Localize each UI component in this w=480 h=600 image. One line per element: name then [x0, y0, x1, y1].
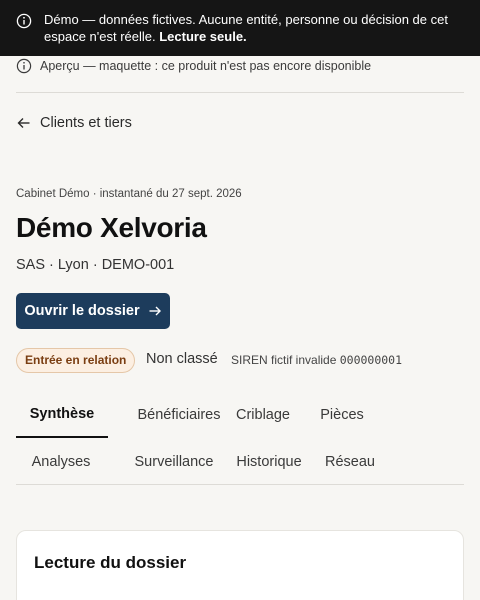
page-title: Démo Xelvoria — [16, 212, 207, 243]
back-link-label: Clients et tiers — [40, 115, 132, 131]
tab-surveillance[interactable]: Surveillance — [116, 439, 232, 485]
arrow-right-icon — [149, 306, 161, 316]
preview-notice: Aperçu — maquette : ce produit n'est pas… — [16, 57, 464, 93]
siren-label: SIREN fictif invalide — [231, 353, 337, 367]
info-icon — [16, 13, 32, 29]
page-subtitle: SAS · Lyon · DEMO-001 — [16, 257, 175, 273]
tab-reseau[interactable]: Réseau — [319, 439, 381, 485]
tab-synthese[interactable]: Synthèse — [16, 392, 108, 438]
back-link-clients[interactable]: Clients et tiers — [16, 113, 132, 133]
status-badge: Entrée en relation — [16, 348, 136, 373]
arrow-left-icon — [17, 118, 30, 128]
dossier-context: Cabinet Démo · instantané du 27 sept. 20… — [16, 188, 242, 200]
open-dossier-label: Ouvrir le dossier — [24, 303, 140, 319]
info-icon — [16, 58, 32, 74]
tab-pieces[interactable]: Pièces — [311, 392, 373, 438]
tabs-row-2: Analyses Surveillance Historique Réseau — [16, 439, 464, 485]
siren-value: 000000001 — [339, 353, 403, 367]
preview-text: Aperçu — maquette : ce produit n'est pas… — [40, 59, 372, 73]
tabs-row-1: Synthèse Bénéficiaires Criblage Pièces — [16, 392, 464, 438]
demo-banner: Démo — données fictives. Aucune entité, … — [0, 0, 480, 56]
banner-emphasis: Lecture seule. — [159, 29, 247, 44]
open-dossier-button[interactable]: Ouvrir le dossier — [16, 293, 170, 329]
risk-level: Non classé — [146, 351, 218, 367]
dossier-reading-card: Lecture du dossier — [16, 530, 464, 600]
tab-criblage[interactable]: Criblage — [228, 392, 298, 438]
siren-info: SIREN fictif invalide 000000001 — [231, 353, 402, 367]
tab-historique[interactable]: Historique — [224, 439, 314, 485]
tab-beneficiaires[interactable]: Bénéficiaires — [116, 392, 242, 438]
tab-analyses[interactable]: Analyses — [16, 439, 106, 485]
card-title: Lecture du dossier — [34, 553, 187, 572]
